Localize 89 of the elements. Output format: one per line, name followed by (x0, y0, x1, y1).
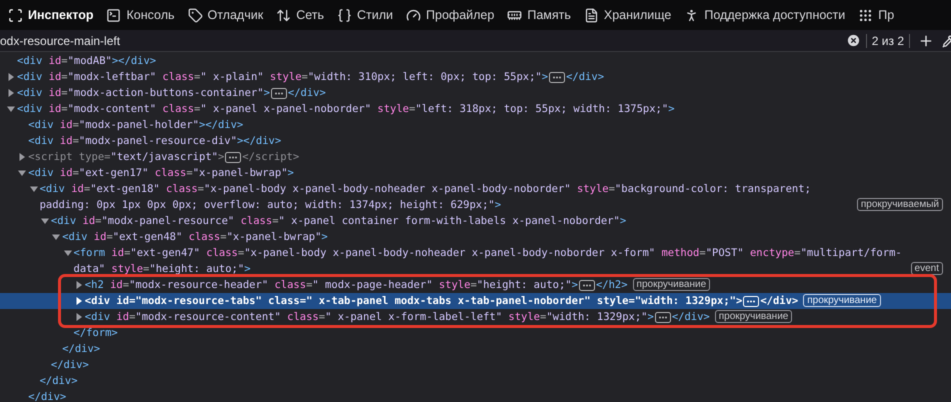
node-badge[interactable]: прокручиваемый (856, 198, 943, 211)
devtools-tab[interactable]: Консоль (106, 6, 174, 24)
markup-row[interactable]: <div id="modx-panel-resource-div"></div> (0, 133, 951, 149)
markup-row[interactable]: <div id="modx-content" class=" x-panel x-panel-noborder" style="left: 318px; top: 55px; width: 1375px;"> (0, 101, 951, 117)
more-icon[interactable] (270, 88, 287, 98)
markup-text: <h2 id="modx-resource-header" class=" modx-page-header" style="height: auto;"> (84, 278, 578, 293)
markup-text: </div> (288, 86, 326, 101)
devtools-tab[interactable]: Пр (858, 6, 894, 24)
arrows-icon (276, 8, 292, 22)
markup-text: <div id="ext-gen18" class="x-panel-body x-panel-body-noheader x-panel-body-noborder" style="background-color: transparent; padding: 0px 1px 0px 0px; overflow: auto; width: 1374px; height: 629px;"> (40, 182, 812, 213)
markup-text: <div id="modx-panel-holder"></div> (28, 118, 244, 133)
expanded-arrow-icon[interactable] (64, 249, 72, 257)
closing-tag-row[interactable]: </div> (0, 389, 951, 402)
markup-row[interactable]: <h2 id="modx-resource-header" class=" modx-page-header" style="height: auto;"> </h2> прокручивание (0, 277, 951, 293)
markup-text: </form> (74, 326, 118, 341)
markup-row[interactable]: <div id="modx-panel-holder"></div> (0, 117, 951, 133)
markup-text: </div> (760, 294, 798, 309)
tag-icon (188, 8, 202, 22)
markup-text: <script type="text/javascript"> (28, 150, 224, 165)
terminal-icon (106, 8, 122, 22)
markup-row[interactable]: <div id="ext-gen48" class="x-panel-bwrap"> (0, 229, 951, 245)
closing-tag-row[interactable]: </form> (0, 325, 951, 341)
expanded-arrow-icon[interactable] (7, 105, 15, 113)
markup-text: </script> (242, 150, 300, 165)
node-badge[interactable]: event (910, 262, 943, 275)
markup-row[interactable]: <div id="modx-panel-resource" class=" x-panel container form-with-labels x-panel-noborder"> (0, 213, 951, 229)
devtools-tab[interactable]: Инспектор (8, 6, 94, 24)
devtools-tab[interactable]: Сеть (276, 6, 324, 24)
markup-text: <div id="modx-leftbar" class=" x-plain" style="width: 310px; left: 0px; top: 55px;"> (17, 70, 548, 85)
node-badge[interactable]: прокручивание (803, 294, 881, 307)
devtools-tab[interactable]: Профайлер (406, 6, 494, 24)
markup-row[interactable]: <div id="ext-gen17" class="x-panel-bwrap"> (0, 165, 951, 181)
devtools-tab[interactable]: Память (507, 6, 571, 24)
markup-text: <div id="modx-action-buttons-container"> (17, 86, 270, 101)
expanded-arrow-icon[interactable] (18, 169, 26, 177)
match-count: 2 из 2 (870, 32, 905, 50)
markup-row[interactable]: <div id="modx-resource-tabs" class=" x-tab-panel modx-tabs x-tab-panel-noborder" style="width: 1329px;"> </div> прокручивание (0, 293, 951, 309)
markup-text: <div id="modx-resource-tabs" class=" x-tab-panel modx-tabs x-tab-panel-noborder" style="width: 1329px;"> (84, 294, 742, 309)
markup-row[interactable]: <div id="modx-resource-content" class=" x-panel x-form-label-left" style="width: 1329px;"> </div> прокручивание (0, 309, 951, 325)
search-field[interactable]: odx-resource-main-left (0, 32, 846, 50)
more-icon[interactable] (578, 280, 595, 290)
markup-text: </div> (50, 358, 89, 373)
collapsed-arrow-icon[interactable] (74, 297, 83, 305)
devtools-tab[interactable]: Отладчик (188, 6, 264, 24)
dots-grid-icon (858, 8, 874, 22)
collapsed-arrow-icon[interactable] (74, 313, 83, 321)
markup-text: </div> (40, 374, 78, 389)
clear-search-icon[interactable] (846, 33, 861, 48)
closing-tag-row[interactable]: </div> (0, 357, 951, 373)
node-badge[interactable]: прокручивание (714, 310, 792, 323)
markup-row[interactable]: <div id="modAB"></div> (0, 53, 951, 69)
search-bar[interactable]: odx-resource-main-left 2 из 2 (0, 30, 951, 52)
markup-text: <div id="modx-content" class=" x-panel x-panel-noborder" style="left: 318px; top: 55px; width: 1375px;"> (17, 102, 675, 117)
document-icon (584, 8, 599, 22)
markup-row[interactable]: <div id="modx-action-buttons-container"> </div> (0, 85, 951, 101)
markup-row[interactable]: <script type="text/javascript"> </script> (0, 149, 951, 165)
collapsed-arrow-icon[interactable] (74, 281, 83, 289)
expanded-arrow-icon[interactable] (40, 217, 49, 225)
gauge-icon (406, 8, 422, 22)
markup-text: <div id="modAB"></div> (17, 54, 156, 69)
markup-text: <form id="ext-gen47" class="x-panel-body x-panel-body-noheader x-panel-body-noborder x-form" method="POST" enctype="multipart/form-data" style="height: auto;"> (74, 246, 903, 277)
more-icon[interactable] (549, 72, 566, 82)
expanded-arrow-icon[interactable] (52, 233, 60, 241)
closing-tag-row[interactable]: </div> (0, 373, 951, 389)
add-icon[interactable] (918, 32, 934, 48)
markup-text: <div id="ext-gen17" class="x-panel-bwrap"> (28, 166, 294, 181)
markup-text: <div id="ext-gen48" class="x-panel-bwrap"> (62, 230, 328, 245)
collapsed-arrow-icon[interactable] (18, 153, 26, 161)
more-icon[interactable] (225, 152, 242, 162)
braces-icon (337, 8, 352, 22)
expanded-arrow-icon[interactable] (30, 185, 38, 193)
markup-text: <div id="modx-panel-resource-div"></div> (28, 134, 282, 149)
inspector-icon (8, 8, 23, 22)
markup-text: <div id="modx-resource-content" class=" x-panel x-form-label-left" style="width: 1329px;"> (84, 310, 654, 325)
markup-text: </h2> (596, 278, 628, 293)
node-badge[interactable]: прокручивание (632, 278, 710, 291)
markup-text: </div> (28, 390, 66, 402)
markup-text: </div> (62, 342, 100, 357)
collapsed-arrow-icon[interactable] (7, 89, 15, 97)
markup-text: </div> (566, 70, 604, 85)
closing-tag-row[interactable]: </div> (0, 341, 951, 357)
devtools-tab[interactable]: Стили (337, 6, 394, 24)
more-icon[interactable] (654, 312, 671, 322)
devtools-tab[interactable]: Поддержка доступности (684, 6, 846, 24)
markup-text: <div id="modx-panel-resource" class=" x-panel container form-with-labels x-panel-noborder"> (50, 214, 626, 229)
markup-text: </div> (672, 310, 710, 325)
collapsed-arrow-icon[interactable] (7, 73, 15, 81)
markup-row[interactable]: <div id="modx-leftbar" class=" x-plain" style="width: 310px; left: 0px; top: 55px;"> </div> (0, 69, 951, 85)
devtools-tab[interactable]: Хранилище (584, 6, 672, 24)
